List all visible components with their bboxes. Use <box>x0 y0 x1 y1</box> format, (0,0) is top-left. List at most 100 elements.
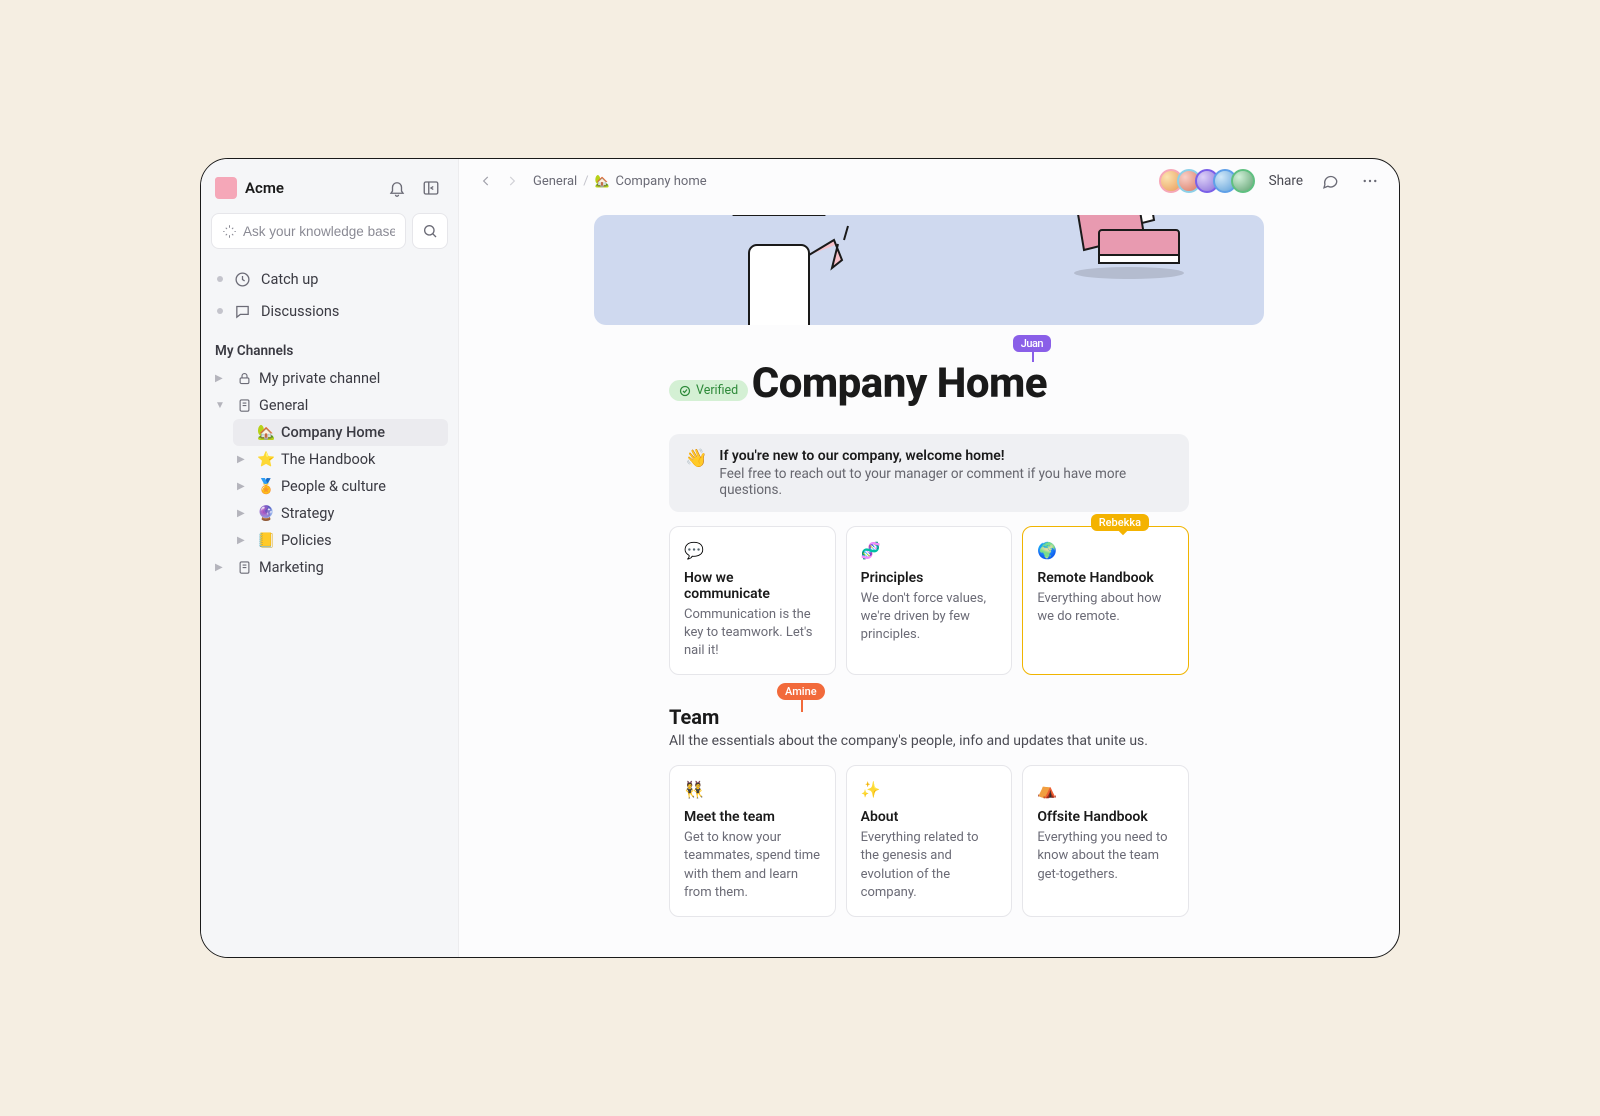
doc-icon <box>235 560 253 575</box>
medal-icon: 🏅 <box>257 478 275 495</box>
sidebar-header: Acme <box>211 171 448 211</box>
presence-cursor-juan: Juan <box>1013 335 1051 352</box>
sidebar-section-title: My Channels <box>211 327 448 365</box>
caret-down-icon: ▼ <box>215 400 229 411</box>
breadcrumb-parent[interactable]: General <box>533 174 577 189</box>
card-row-team: 👯 Meet the team Get to know your teammat… <box>669 765 1189 917</box>
welcome-subtitle: Feel free to reach out to your manager o… <box>719 466 1173 498</box>
card-offsite-handbook[interactable]: ⛺ Offsite Handbook Everything you need t… <box>1022 765 1189 917</box>
topbar: General / 🏡 Company home Share <box>459 159 1399 203</box>
people-icon: 👯 <box>684 780 821 799</box>
card-row-top: Rebekka 💬 How we communicate Communicati… <box>669 526 1189 676</box>
card-desc: Everything about how we do remote. <box>1037 590 1174 626</box>
tent-icon: ⛺ <box>1037 780 1174 799</box>
workspace-name[interactable]: Acme <box>245 179 376 197</box>
page-label: People & culture <box>281 478 386 495</box>
sparkle-icon <box>222 224 237 239</box>
presence-avatars[interactable] <box>1165 169 1255 193</box>
dna-icon: 🧬 <box>861 541 998 560</box>
caret-right-icon: ▶ <box>237 508 251 519</box>
page-strategy[interactable]: ▶ 🔮 Strategy <box>233 500 448 527</box>
card-how-we-communicate[interactable]: 💬 How we communicate Communication is th… <box>669 526 836 676</box>
card-title: Principles <box>861 570 998 586</box>
presence-cursor-rebekka: Rebekka <box>1091 514 1149 531</box>
chat-bubble-icon: 💬 <box>684 541 821 560</box>
nav-arrows <box>475 172 523 190</box>
search-input[interactable] <box>243 224 395 239</box>
card-remote-handbook[interactable]: 🌍 Remote Handbook Everything about how w… <box>1022 526 1189 676</box>
presence-cursor-amine: Amine <box>777 683 825 700</box>
collapse-sidebar-icon[interactable] <box>418 175 444 201</box>
page-people-culture[interactable]: ▶ 🏅 People & culture <box>233 473 448 500</box>
workspace-logo <box>215 177 237 199</box>
bell-icon[interactable] <box>384 175 410 201</box>
card-desc: Communication is the key to teamwork. Le… <box>684 606 821 661</box>
more-icon[interactable] <box>1357 168 1383 194</box>
caret-right-icon: ▶ <box>237 454 251 465</box>
welcome-title: If you're new to our company, welcome ho… <box>719 448 1173 464</box>
page-label: The Handbook <box>281 451 375 468</box>
share-button[interactable]: Share <box>1269 173 1303 189</box>
notebook-icon: 📒 <box>257 532 275 549</box>
star-icon: ⭐ <box>257 451 275 468</box>
card-desc: Everything related to the genesis and ev… <box>861 829 998 902</box>
sidebar-link-label: Discussions <box>261 303 339 320</box>
breadcrumb-sep: / <box>583 174 588 189</box>
section-heading-text: Team <box>669 705 719 729</box>
sidebar: Acme Catch up <box>201 159 459 957</box>
section-team-subheading: All the essentials about the company's p… <box>669 733 1189 749</box>
page-content: Verified Company Home Juan 👋 If you're n… <box>459 203 1399 957</box>
doc-body: Verified Company Home Juan 👋 If you're n… <box>669 351 1189 917</box>
welcome-callout: 👋 If you're new to our company, welcome … <box>669 434 1189 512</box>
doc-icon <box>235 398 253 413</box>
card-title: Meet the team <box>684 809 821 825</box>
sparkle-icon: ✨ <box>861 780 998 799</box>
card-meet-the-team[interactable]: 👯 Meet the team Get to know your teammat… <box>669 765 836 917</box>
verified-label: Verified <box>696 383 738 398</box>
nav-back-icon[interactable] <box>475 172 497 190</box>
search-row <box>211 213 448 249</box>
breadcrumb-icon: 🏡 <box>595 174 610 188</box>
clock-icon <box>233 270 251 288</box>
card-about[interactable]: ✨ About Everything related to the genesi… <box>846 765 1013 917</box>
page-policies[interactable]: ▶ 📒 Policies <box>233 527 448 554</box>
nav-forward-icon[interactable] <box>501 172 523 190</box>
topbar-right: Share <box>1165 168 1383 194</box>
unread-dot <box>217 276 223 282</box>
verified-badge[interactable]: Verified <box>669 380 748 401</box>
globe-icon: 🌍 <box>1037 541 1174 560</box>
page-title[interactable]: Company Home Juan <box>752 359 1047 408</box>
wave-icon: 👋 <box>685 448 707 498</box>
hero-illustration-books <box>1054 215 1204 285</box>
house-icon: 🏡 <box>257 424 275 441</box>
card-desc: Everything you need to know about the te… <box>1037 829 1174 884</box>
channel-private[interactable]: ▶ My private channel <box>211 365 448 392</box>
page-label: Policies <box>281 532 332 549</box>
comment-icon[interactable] <box>1317 168 1343 194</box>
card-title: About <box>861 809 998 825</box>
channel-marketing[interactable]: ▶ Marketing <box>211 554 448 581</box>
card-title: Offsite Handbook <box>1037 809 1174 825</box>
page-company-home[interactable]: 🏡 Company Home <box>233 419 448 446</box>
search-button[interactable] <box>412 213 448 249</box>
caret-right-icon: ▶ <box>237 481 251 492</box>
card-principles[interactable]: 🧬 Principles We don't force values, we'r… <box>846 526 1013 676</box>
channel-label: General <box>259 397 308 414</box>
sidebar-link-catchup[interactable]: Catch up <box>211 263 448 295</box>
caret-right-icon: ▶ <box>215 562 229 573</box>
channel-general[interactable]: ▼ General <box>211 392 448 419</box>
card-title: How we communicate <box>684 570 821 602</box>
breadcrumb-page[interactable]: Company home <box>616 174 707 189</box>
crystal-ball-icon: 🔮 <box>257 505 275 522</box>
search-box[interactable] <box>211 213 406 249</box>
hero-illustration-person <box>694 215 874 325</box>
page-handbook[interactable]: ▶ ⭐ The Handbook <box>233 446 448 473</box>
page-label: Strategy <box>281 505 334 522</box>
channel-general-children: 🏡 Company Home ▶ ⭐ The Handbook ▶ 🏅 Peop… <box>211 419 448 554</box>
breadcrumb: General / 🏡 Company home <box>533 174 707 189</box>
hero-cover[interactable] <box>594 215 1264 325</box>
page-title-text: Company Home <box>752 359 1047 408</box>
card-title: Remote Handbook <box>1037 570 1174 586</box>
section-team-heading: Team Amine <box>669 705 1189 729</box>
sidebar-link-discussions[interactable]: Discussions <box>211 295 448 327</box>
